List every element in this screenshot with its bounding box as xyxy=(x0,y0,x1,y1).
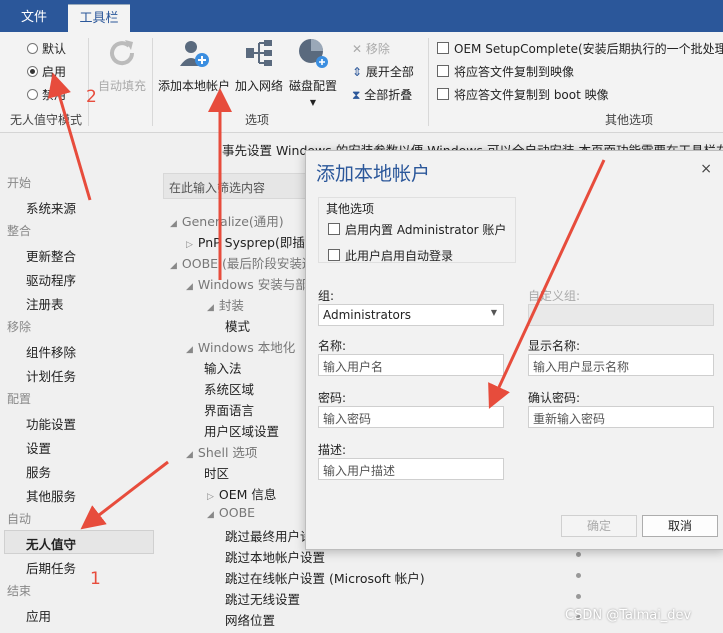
arrow-to-disable-radio xyxy=(47,72,92,201)
annotation-number-2: 2 xyxy=(86,87,97,107)
watermark: CSDN @Talmai_dev xyxy=(565,608,692,623)
annotation-number-1: 1 xyxy=(90,569,101,589)
arrow-to-password-field xyxy=(488,159,606,409)
annotation-arrows xyxy=(47,72,606,530)
arrow-to-unattended-nav xyxy=(80,460,169,530)
